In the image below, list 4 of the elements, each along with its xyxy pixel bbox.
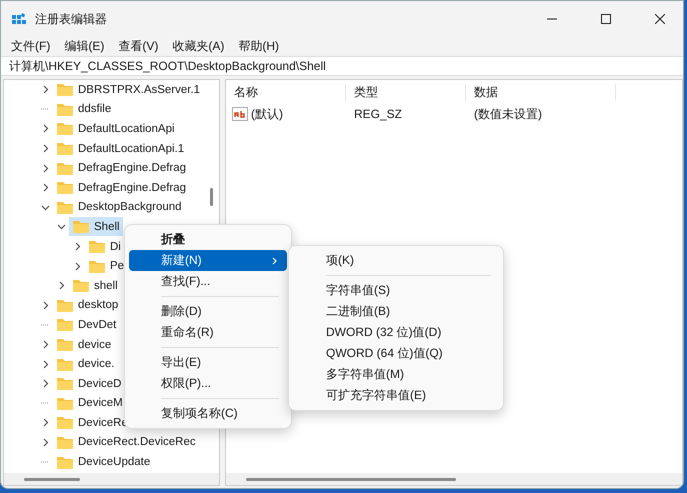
window-title: 注册表编辑器 (35, 10, 108, 28)
value-name: (默认) (251, 106, 283, 122)
value-type: REG_SZ (354, 107, 402, 121)
value-data: (数值未设置) (474, 106, 542, 122)
